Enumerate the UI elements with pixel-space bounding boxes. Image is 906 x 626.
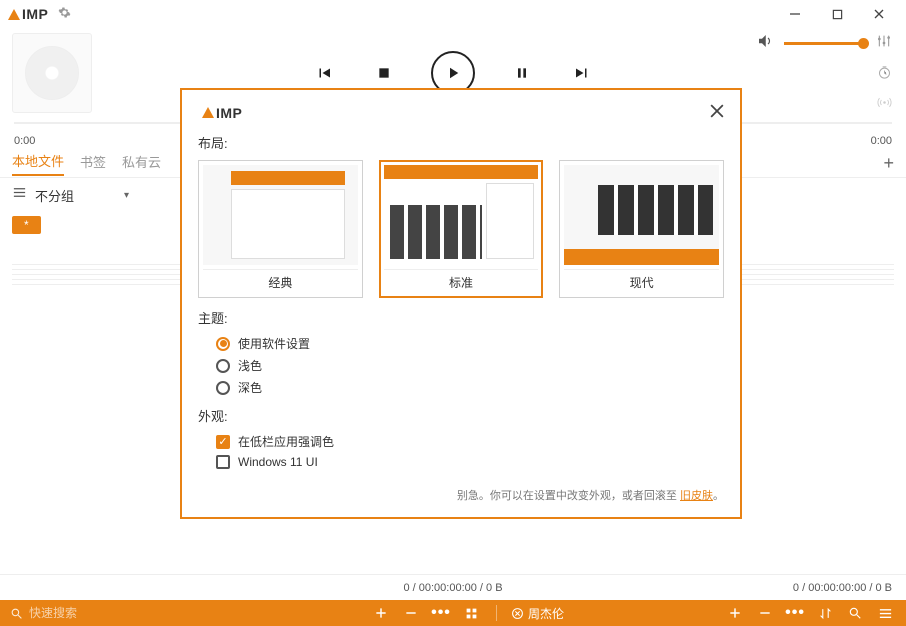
play-icon — [444, 64, 462, 82]
status-left: 0 / 00:00:00:00 / 0 B — [403, 582, 502, 594]
theme-light[interactable]: 浅色 — [216, 357, 724, 374]
chevron-down-icon: ▾ — [124, 190, 129, 201]
layout-standard-preview — [384, 165, 539, 265]
close-icon — [710, 104, 724, 118]
radio-icon — [216, 359, 230, 373]
volume-knob[interactable] — [858, 38, 869, 49]
tab-bookmarks[interactable]: 书签 — [80, 152, 106, 175]
group-dropdown[interactable]: 不分组 ▾ — [35, 186, 129, 205]
option-windows11-ui[interactable]: Windows 11 UI — [216, 455, 724, 469]
remove-button-2[interactable] — [754, 602, 776, 624]
playlist-indicator[interactable]: 周杰伦 — [511, 605, 564, 622]
layout-classic-preview — [203, 165, 358, 265]
broadcast-icon[interactable] — [877, 95, 892, 115]
playlist-name: 周杰伦 — [528, 605, 564, 622]
dialog-logo: IMP — [202, 105, 242, 121]
maximize-button[interactable] — [828, 5, 846, 23]
old-skin-link[interactable]: 旧皮肤 — [680, 490, 713, 502]
theme-dark[interactable]: 深色 — [216, 379, 724, 396]
footer-text-prefix: 别急。你可以在设置中改变外观，或者回滚至 — [457, 490, 680, 502]
add-button-2[interactable] — [724, 602, 746, 624]
logo-triangle-icon — [202, 107, 214, 118]
radio-icon — [216, 381, 230, 395]
dialog-header: IMP — [198, 102, 724, 123]
stop-button[interactable] — [371, 60, 397, 86]
bottom-toolbar: ••• 周杰伦 ••• — [0, 600, 906, 626]
more-button-2[interactable]: ••• — [784, 602, 806, 624]
dialog-close-button[interactable] — [710, 102, 724, 123]
next-button[interactable] — [569, 60, 595, 86]
tab-local-files[interactable]: 本地文件 — [12, 151, 64, 176]
previous-button[interactable] — [311, 60, 337, 86]
option-accent-color[interactable]: ✓在低栏应用强调色 — [216, 433, 724, 450]
album-art[interactable] — [12, 33, 92, 113]
add-tab-button[interactable]: + — [883, 153, 894, 174]
appearance-section-label: 外观: — [198, 406, 724, 425]
pause-button[interactable] — [509, 60, 535, 86]
layout-section-label: 布局: — [198, 133, 724, 152]
right-controls — [756, 32, 906, 115]
theme-section-label: 主题: — [198, 308, 724, 327]
logo-triangle-icon — [8, 9, 20, 20]
checkbox-icon — [216, 455, 230, 469]
close-button[interactable] — [870, 5, 888, 23]
layout-options: 经典 标准 现代 — [198, 160, 724, 298]
layout-standard-label: 标准 — [384, 269, 539, 293]
sort-button[interactable] — [814, 602, 836, 624]
footer-text-suffix: 。 — [713, 490, 724, 502]
window-controls — [786, 5, 902, 23]
timer-button[interactable] — [877, 65, 892, 85]
layout-modern[interactable]: 现代 — [559, 160, 724, 298]
layout-modern-preview — [564, 165, 719, 265]
search-box[interactable] — [10, 606, 210, 620]
add-button-1[interactable] — [370, 602, 392, 624]
search-icon — [10, 607, 23, 620]
total-time: 0:00 — [871, 135, 892, 147]
appearance-dialog: IMP 布局: 经典 标准 现代 主题: 使用软件设置 浅色 深色 外观: ✓在… — [180, 88, 742, 519]
equalizer-button[interactable] — [876, 33, 892, 54]
remove-button-1[interactable] — [400, 602, 422, 624]
minimize-button[interactable] — [786, 5, 804, 23]
app-logo: IMP — [8, 6, 48, 22]
group-label: 不分组 — [35, 186, 74, 205]
layout-standard[interactable]: 标准 — [379, 160, 544, 298]
gear-icon — [58, 6, 71, 19]
title-bar: IMP — [0, 0, 906, 28]
speaker-icon[interactable] — [756, 32, 774, 55]
settings-button[interactable] — [58, 6, 71, 22]
status-bar: 0 / 00:00:00:00 / 0 B 0 / 00:00:00:00 / … — [0, 574, 906, 600]
filter-chip[interactable]: * — [12, 216, 41, 234]
current-time: 0:00 — [14, 135, 35, 147]
layout-modern-label: 现代 — [564, 269, 719, 293]
list-menu-button[interactable] — [12, 185, 27, 205]
menu-button[interactable] — [874, 602, 896, 624]
dialog-footer: 别急。你可以在设置中改变外观，或者回滚至 旧皮肤。 — [198, 487, 724, 503]
tab-private-cloud[interactable]: 私有云 — [122, 152, 161, 175]
radio-icon — [216, 337, 230, 351]
volume-slider[interactable] — [784, 42, 866, 45]
more-button-1[interactable]: ••• — [430, 602, 452, 624]
checkbox-icon: ✓ — [216, 435, 230, 449]
layout-classic[interactable]: 经典 — [198, 160, 363, 298]
search-input[interactable] — [29, 606, 179, 620]
app-name: IMP — [22, 6, 48, 22]
volume-control — [756, 32, 892, 55]
status-right: 0 / 00:00:00:00 / 0 B — [793, 582, 892, 594]
close-circle-icon — [511, 607, 524, 620]
grid-view-button[interactable] — [460, 602, 482, 624]
theme-software-setting[interactable]: 使用软件设置 — [216, 335, 724, 352]
search-button[interactable] — [844, 602, 866, 624]
dialog-app-name: IMP — [216, 105, 242, 121]
layout-classic-label: 经典 — [203, 269, 358, 293]
